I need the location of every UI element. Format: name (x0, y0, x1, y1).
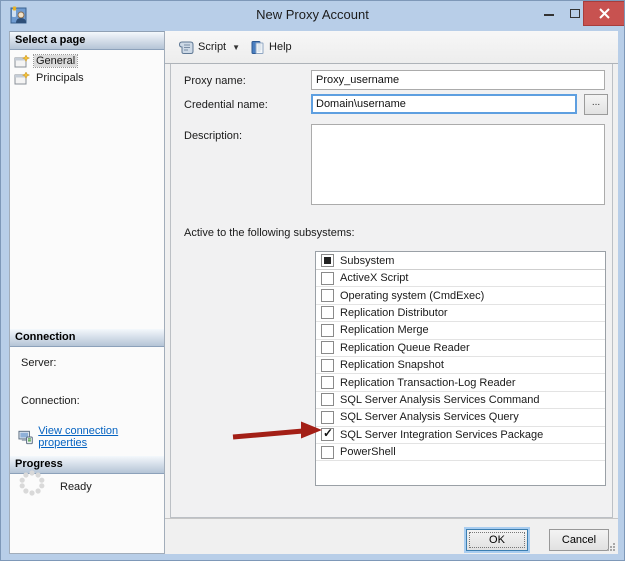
subsystem-checkbox[interactable] (321, 306, 334, 320)
server-label: Server: (21, 357, 57, 369)
sidebar-item-label: Principals (36, 72, 84, 84)
subsystem-label: Replication Snapshot (340, 359, 444, 372)
description-label: Description: (184, 130, 243, 142)
dialog-footer: OK Cancel (165, 518, 618, 554)
subsystem-checkbox[interactable] (321, 341, 334, 355)
subsystem-row[interactable]: PowerShell (316, 444, 605, 462)
proxy-name-input[interactable] (311, 70, 605, 90)
sidebar: Select a page General Principals Connect… (9, 31, 165, 554)
chevron-down-icon[interactable]: ▼ (232, 43, 240, 52)
subsystem-row[interactable]: Replication Snapshot (316, 357, 605, 375)
close-icon (598, 8, 610, 19)
progress-status-row: Ready (18, 469, 92, 497)
toolbar: Script ▼ Help (165, 31, 618, 64)
subsystem-label: Replication Merge (340, 324, 429, 337)
subsystem-row[interactable]: Replication Transaction-Log Reader (316, 374, 605, 392)
script-button[interactable]: Script ▼ (173, 37, 245, 58)
subsystem-row[interactable]: SQL Server Analysis Services Query (316, 409, 605, 427)
subsystem-row[interactable]: SQL Server Analysis Services Command (316, 392, 605, 410)
main-area: Script ▼ Help Proxy name: Credential nam… (165, 31, 618, 554)
cancel-button[interactable]: Cancel (549, 529, 609, 551)
script-label: Script (198, 41, 227, 53)
progress-spinner-icon (19, 470, 45, 496)
subsystem-checkbox[interactable] (321, 358, 334, 372)
minimize-button[interactable] (537, 1, 561, 25)
connection-label: Connection: (21, 395, 80, 407)
script-icon (178, 41, 194, 54)
help-button[interactable]: Help (245, 37, 297, 58)
sidebar-item-principals[interactable]: Principals (14, 70, 86, 86)
subsystem-label: PowerShell (340, 446, 396, 459)
help-label: Help (269, 41, 292, 53)
subsystem-row[interactable]: Replication Merge (316, 322, 605, 340)
subsystem-row[interactable]: Replication Distributor (316, 305, 605, 323)
description-textarea[interactable] (311, 124, 605, 205)
subsystem-checkbox[interactable] (321, 271, 334, 285)
select-a-page-header: Select a page (10, 32, 164, 50)
subsystem-checkbox[interactable] (321, 426, 334, 442)
subsystem-checkbox[interactable] (321, 289, 334, 303)
credential-name-label: Credential name: (184, 99, 268, 111)
subsystem-label: Operating system (CmdExec) (340, 289, 485, 302)
subsystem-row[interactable]: ActiveX Script (316, 270, 605, 288)
subsystem-row[interactable]: Operating system (CmdExec) (316, 287, 605, 305)
subsystems-label: Active to the following subsystems: (184, 227, 355, 239)
help-icon (251, 40, 264, 54)
connection-header: Connection (10, 329, 164, 347)
subsystem-label: Replication Transaction-Log Reader (340, 376, 516, 389)
subsystem-checkbox[interactable] (321, 376, 334, 390)
close-button[interactable] (583, 1, 624, 26)
subsystem-label: Replication Queue Reader (340, 341, 470, 354)
proxy-name-label: Proxy name: (184, 75, 246, 87)
credential-name-input[interactable] (311, 94, 577, 114)
credential-browse-button[interactable]: ... (584, 94, 608, 115)
subsystem-row[interactable]: Replication Queue Reader (316, 340, 605, 357)
view-connection-properties[interactable]: View connection properties (18, 425, 164, 449)
resize-grip[interactable] (606, 542, 616, 552)
subsystem-label: SQL Server Analysis Services Query (340, 411, 519, 424)
connection-properties-icon (18, 430, 33, 444)
titlebar[interactable]: New Proxy Account (1, 1, 624, 31)
subsystem-column-header: Subsystem (340, 254, 395, 267)
subsystem-row[interactable]: SQL Server Integration Services Package (316, 426, 605, 444)
subsystem-checkbox[interactable] (321, 445, 334, 459)
sidebar-item-general[interactable]: General (14, 53, 79, 69)
subsystem-label: SQL Server Integration Services Package (340, 428, 544, 441)
minimize-icon (544, 14, 554, 16)
select-all-checkbox[interactable] (321, 254, 334, 267)
page-icon (14, 54, 30, 68)
page-icon (14, 71, 30, 85)
general-page-panel: Proxy name: Credential name: ... Descrip… (170, 64, 613, 518)
subsystem-checkbox[interactable] (321, 323, 334, 337)
progress-status: Ready (60, 481, 92, 493)
subsystem-rows: ActiveX Script Operating system (CmdExec… (316, 270, 605, 462)
subsystem-checkbox[interactable] (321, 410, 334, 424)
ok-button[interactable]: OK (466, 529, 528, 551)
subsystem-label: SQL Server Analysis Services Command (340, 393, 540, 406)
maximize-icon (570, 8, 580, 18)
sidebar-item-label: General (32, 54, 79, 68)
window-title: New Proxy Account (256, 7, 369, 22)
subsystem-table: Subsystem ActiveX Script Operating syste… (315, 251, 606, 486)
subsystem-checkbox[interactable] (321, 393, 334, 407)
subsystem-label: Replication Distributor (340, 306, 448, 319)
new-proxy-account-dialog: New Proxy Account Select a page General (0, 0, 625, 561)
view-connection-properties-link[interactable]: View connection properties (38, 425, 164, 449)
subsystem-label: ActiveX Script (340, 272, 409, 285)
subsystem-table-header: Subsystem (316, 252, 605, 270)
